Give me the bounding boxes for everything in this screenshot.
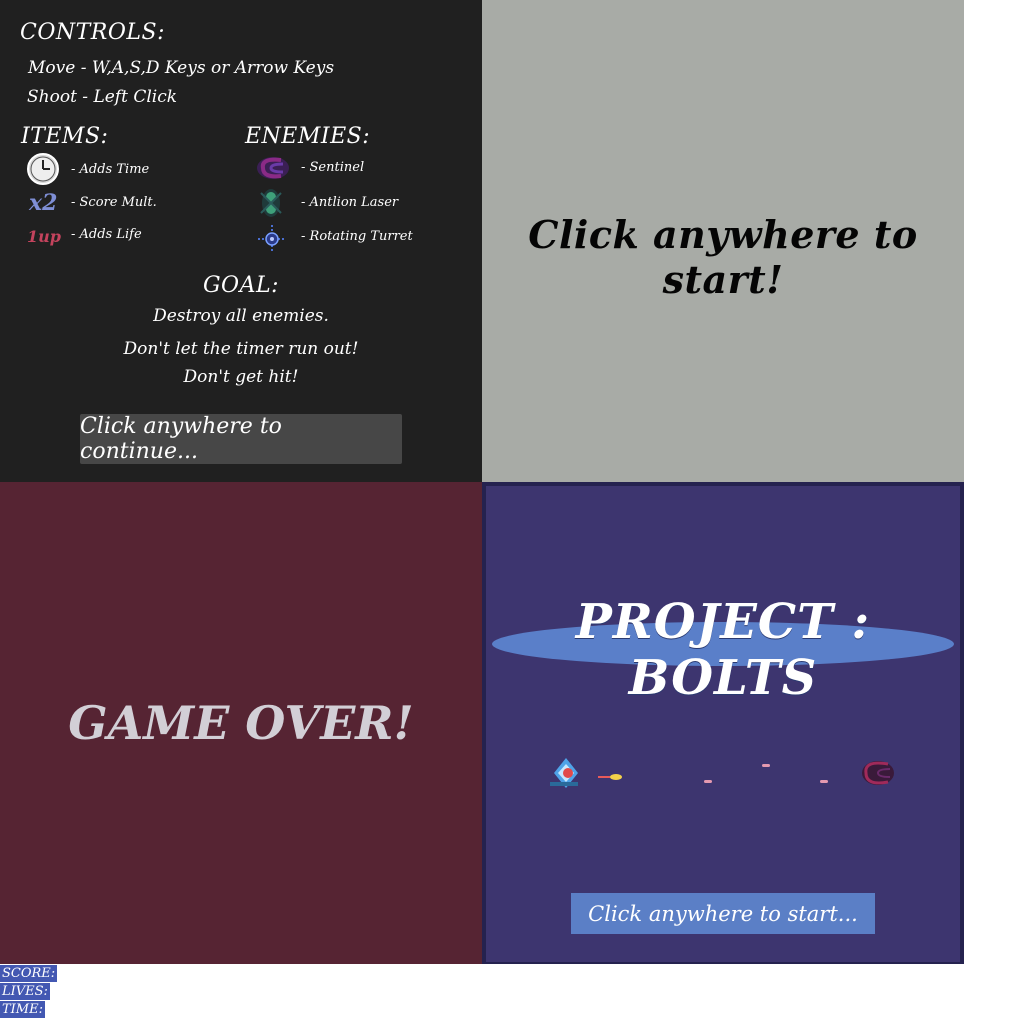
enemy-antlion-label: - Antlion Laser (301, 195, 399, 210)
start-prompt-panel[interactable]: Click anywhere to start! (482, 0, 964, 482)
x2-icon: x2 (29, 190, 58, 216)
hud-score-label: SCORE: (0, 965, 58, 982)
enemy-shot-icon (704, 780, 712, 783)
antlion-laser-icon (257, 187, 291, 221)
item-time-label: - Adds Time (71, 162, 150, 177)
clock-icon (26, 152, 60, 186)
controls-move-text: Move - W,A,S,D Keys or Arrow Keys (28, 58, 335, 78)
goal-timer-text: Don't let the timer run out! (123, 339, 359, 359)
instructions-panel[interactable]: CONTROLS: Move - W,A,S,D Keys or Arrow K… (0, 0, 482, 482)
continue-button[interactable]: Click anywhere to continue... (80, 414, 402, 464)
goal-destroy-text: Destroy all enemies. (153, 306, 329, 326)
enemy-shot-icon (820, 780, 828, 783)
game-over-text: GAME OVER! (68, 696, 414, 750)
controls-heading: CONTROLS: (20, 20, 165, 45)
controls-shoot-text: Shoot - Left Click (27, 87, 178, 107)
item-score-mult-label: - Score Mult. (71, 195, 157, 210)
title-start-button[interactable]: Click anywhere to start... (571, 893, 875, 934)
item-life-label: - Adds Life (71, 227, 142, 242)
sentinel-icon (255, 152, 289, 186)
goal-heading: GOAL: (202, 273, 280, 298)
goal-hit-text: Don't get hit! (183, 367, 299, 387)
rotating-turret-icon (256, 223, 290, 257)
items-heading: ITEMS: (21, 124, 109, 149)
game-over-panel[interactable]: GAME OVER! (0, 482, 482, 964)
player-bolt-icon (598, 774, 622, 780)
hud-lives-label: LIVES: (0, 983, 50, 1000)
hud-time-label: TIME: (0, 1001, 45, 1018)
start-prompt-text: Click anywhere to start! (528, 212, 918, 302)
enemy-shot-icon (762, 764, 770, 767)
demo-scene (486, 748, 960, 798)
enemy-sentinel-label: - Sentinel (301, 160, 365, 175)
1up-icon: 1up (27, 227, 61, 246)
enemy-turret-label: - Rotating Turret (301, 229, 413, 244)
title-screen-panel[interactable]: PROJECT : BOLTS Click anywhere to start.… (482, 482, 964, 964)
game-title: PROJECT : BOLTS (575, 594, 871, 706)
player-ship-icon (550, 758, 578, 788)
sentinel-enemy-icon (862, 761, 894, 785)
enemies-heading: ENEMIES: (245, 124, 371, 149)
